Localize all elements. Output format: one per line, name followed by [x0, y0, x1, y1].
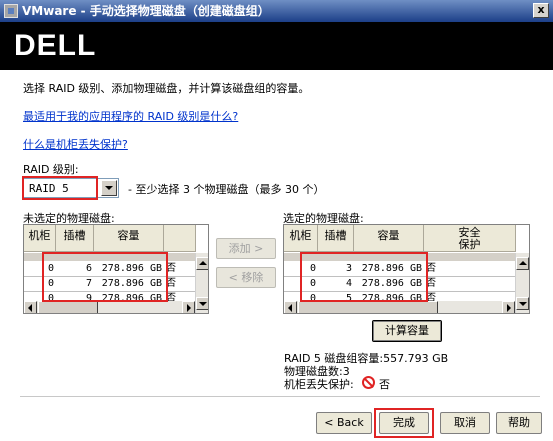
raid-hint: - 至少选择 3 个物理磁盘（最多 30 个） — [128, 183, 325, 196]
col-extra — [164, 225, 196, 252]
scroll-down-icon[interactable] — [516, 297, 529, 310]
cell-enclosure: 0 — [47, 263, 54, 274]
help-button[interactable]: 帮助 — [496, 412, 542, 434]
scroll-up-icon[interactable] — [196, 257, 208, 270]
close-button[interactable]: x — [533, 3, 549, 18]
remove-button[interactable]: < 移除 — [216, 267, 276, 288]
scroll-thumb[interactable] — [38, 301, 98, 313]
prohibited-icon — [362, 376, 375, 389]
dropdown-arrow-icon[interactable] — [101, 180, 117, 196]
cell-slot: 7 — [85, 278, 92, 289]
horizontal-scrollbar[interactable] — [24, 301, 195, 313]
cell-extra: 否 — [166, 263, 176, 274]
vmware-app-icon — [4, 4, 18, 18]
cell-slot: 4 — [345, 278, 352, 289]
col-enclosure[interactable]: 机柜 — [284, 225, 318, 252]
scroll-right-icon[interactable] — [182, 301, 195, 313]
brand-header: DELL — [0, 22, 553, 70]
col-slot[interactable]: 插槽 — [318, 225, 354, 252]
horizontal-scrollbar[interactable] — [284, 301, 515, 313]
cell-capacity: 278.896 GB — [101, 263, 162, 274]
cell-capacity: 278.896 GB — [101, 278, 162, 289]
vertical-scrollbar[interactable] — [515, 253, 529, 313]
window-title: VMware - 手动选择物理磁盘（创建磁盘组） — [22, 4, 270, 18]
row-spacer — [284, 253, 516, 261]
cell-extra: 否 — [426, 278, 436, 289]
footer-separator — [20, 396, 540, 397]
cell-slot: 6 — [85, 263, 92, 274]
best-raid-link[interactable]: 最适用于我的应用程序的 RAID 级别是什么? — [23, 108, 238, 124]
col-safety-protection[interactable]: 安全 保护 — [424, 225, 516, 252]
selected-disk-list[interactable]: 机柜 插槽 容量 安全 保护 0 3 278.896 GB 否 0 4 278.… — [283, 224, 530, 314]
finish-button[interactable]: 完成 — [379, 412, 429, 434]
cell-enclosure: 0 — [47, 278, 54, 289]
cell-capacity: 278.896 GB — [361, 278, 422, 289]
scroll-up-icon[interactable] — [516, 257, 529, 270]
row-spacer — [24, 253, 196, 261]
dell-logo: DELL — [14, 29, 97, 62]
raid-level-label: RAID 级别: — [23, 163, 79, 176]
cell-enclosure: 0 — [309, 278, 316, 289]
scroll-right-icon[interactable] — [502, 301, 515, 313]
enclosure-loss-label: 机柜丢失保护: — [284, 378, 354, 391]
scroll-left-icon[interactable] — [24, 301, 37, 313]
cell-extra: 否 — [426, 263, 436, 274]
add-button[interactable]: 添加 > — [216, 238, 276, 259]
scroll-thumb[interactable] — [298, 301, 438, 313]
raid-level-value: RAID 5 — [29, 182, 69, 195]
col-capacity[interactable]: 容量 — [354, 225, 424, 252]
vertical-scrollbar[interactable] — [195, 253, 208, 313]
unselected-disk-list[interactable]: 机柜 插槽 容量 0 6 278.896 GB 否 0 7 278.896 GB… — [23, 224, 209, 314]
raid-level-select[interactable]: RAID 5 — [23, 178, 119, 198]
cancel-button[interactable]: 取消 — [440, 412, 490, 434]
col-slot[interactable]: 插槽 — [56, 225, 94, 252]
instructions-text: 选择 RAID 级别、添加物理磁盘，并计算该磁盘组的容量。 — [23, 82, 310, 95]
title-bar: VMware - 手动选择物理磁盘（创建磁盘组） x — [0, 0, 553, 22]
cell-slot: 3 — [345, 263, 352, 274]
scroll-down-icon[interactable] — [196, 297, 208, 310]
back-button[interactable]: < Back — [316, 412, 372, 434]
cell-extra: 否 — [166, 278, 176, 289]
calculate-capacity-button[interactable]: 计算容量 — [372, 320, 442, 342]
enclosure-loss-link[interactable]: 什么是机柜丢失保护? — [23, 136, 128, 152]
cell-enclosure: 0 — [309, 263, 316, 274]
scroll-left-icon[interactable] — [284, 301, 297, 313]
col-capacity[interactable]: 容量 — [94, 225, 164, 252]
cell-capacity: 278.896 GB — [361, 263, 422, 274]
col-enclosure[interactable]: 机柜 — [24, 225, 56, 252]
enclosure-loss-value: 否 — [379, 378, 390, 391]
